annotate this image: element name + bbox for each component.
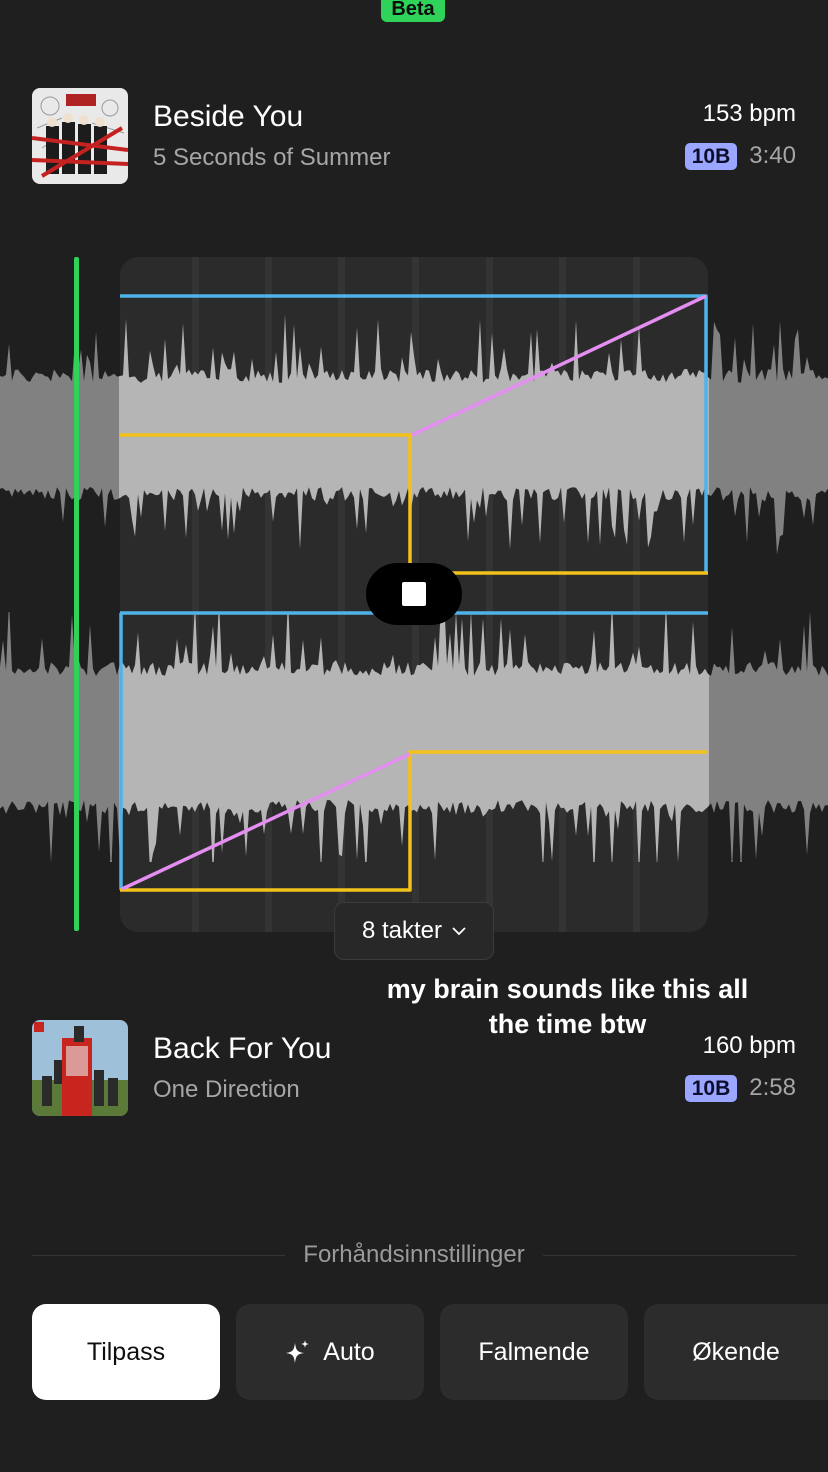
preset-auto-button[interactable]: Auto <box>236 1304 424 1400</box>
track-artist: One Direction <box>153 1076 300 1103</box>
album-art-next <box>32 1020 128 1116</box>
playhead <box>74 257 79 931</box>
presets-header: Forhåndsinnstillinger <box>32 1238 797 1272</box>
preset-label: Auto <box>323 1337 375 1366</box>
beta-badge: Beta <box>381 0 445 22</box>
key-badge: 10B <box>684 142 738 170</box>
next-track: Back For You One Direction 160 bpm 10B 2… <box>32 1020 796 1116</box>
stop-icon <box>402 582 426 606</box>
stop-button[interactable] <box>366 563 462 625</box>
preset-label: Falmende <box>478 1337 590 1366</box>
preset-label: Tilpass <box>86 1337 166 1366</box>
album-art-current <box>32 88 128 184</box>
track-title: Beside You <box>153 100 304 133</box>
divider <box>542 1254 797 1256</box>
preset-okende-button[interactable]: Økende <box>644 1304 828 1400</box>
sparkle-icon <box>286 1340 310 1363</box>
preset-tilpass-button[interactable]: Tilpass <box>32 1304 220 1400</box>
track-title: Back For You <box>153 1032 332 1065</box>
track-bpm: 160 bpm <box>702 1032 796 1059</box>
bar-length-dropdown[interactable]: 8 takter <box>334 902 494 960</box>
track-meta: 10B 3:40 <box>684 142 796 170</box>
presets-label: Forhåndsinnstillinger <box>303 1241 525 1268</box>
chevron-down-icon <box>452 926 466 935</box>
track-bpm: 153 bpm <box>702 100 796 127</box>
track-meta: 10B 2:58 <box>684 1074 796 1102</box>
track-duration: 2:58 <box>749 1074 796 1101</box>
preset-falmende-button[interactable]: Falmende <box>440 1304 628 1400</box>
bar-length-label: 8 takter <box>361 917 443 944</box>
divider <box>32 1254 286 1256</box>
current-track: Beside You 5 Seconds of Summer 153 bpm 1… <box>32 88 796 184</box>
track-artist: 5 Seconds of Summer <box>153 144 391 171</box>
key-badge: 10B <box>684 1074 738 1102</box>
preset-label: Økende <box>692 1337 780 1366</box>
track-duration: 3:40 <box>749 142 796 169</box>
